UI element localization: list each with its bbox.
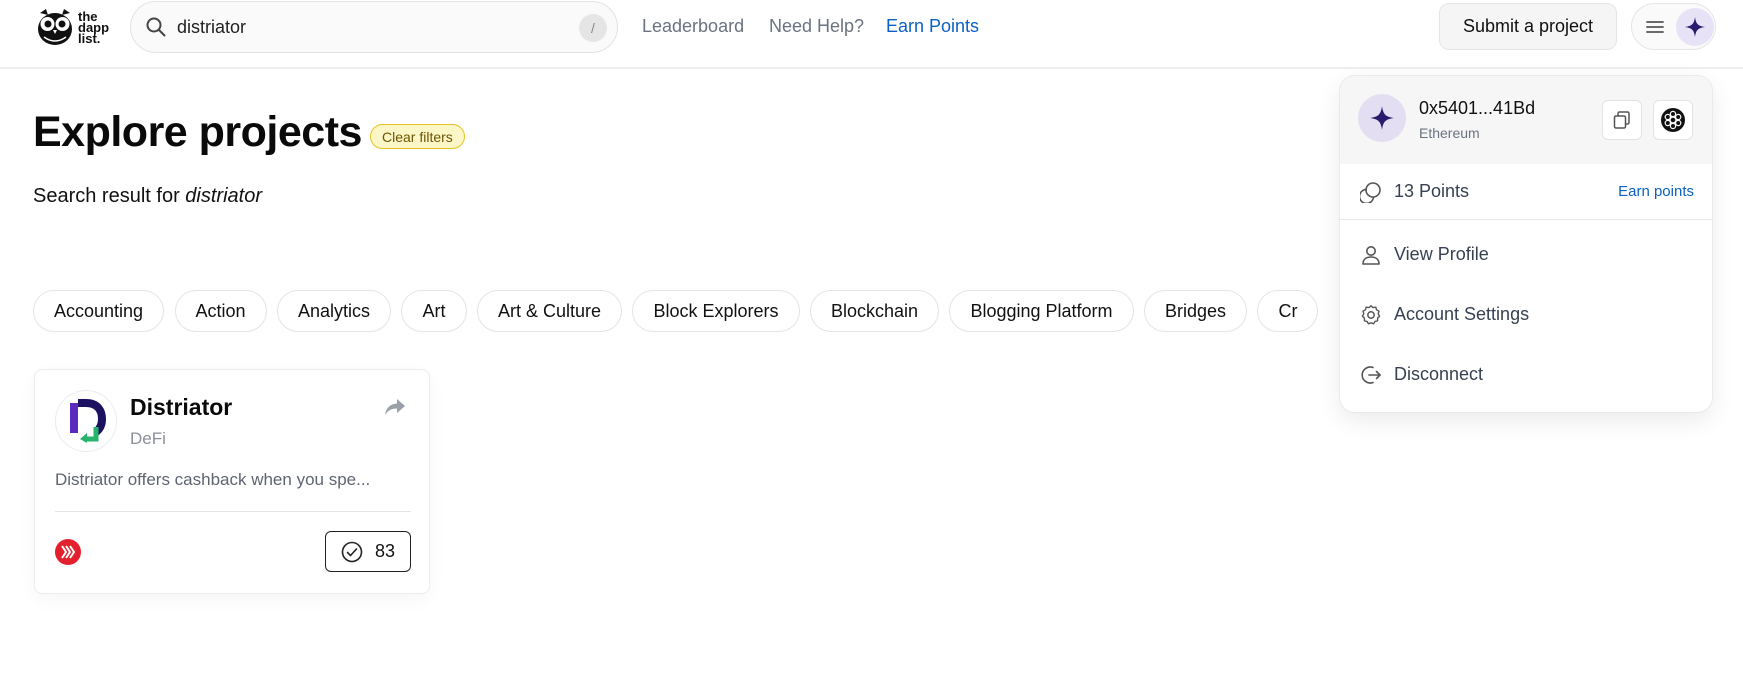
category-chip-accounting[interactable]: Accounting <box>33 290 165 332</box>
category-chip-bridges[interactable]: Bridges <box>1143 290 1248 332</box>
sparkle-avatar-icon <box>1370 106 1394 130</box>
wallet-address: 0x5401...41Bd <box>1419 98 1536 118</box>
account-menu-button[interactable] <box>1631 3 1716 50</box>
search-result-prefix: Search result for <box>33 185 180 207</box>
logo-wordmark: the dapp list. <box>78 10 109 45</box>
copy-icon <box>1613 111 1630 129</box>
hive-chain-icon <box>55 539 81 565</box>
disconnect-menu-item[interactable]: Disconnect <box>1340 350 1712 400</box>
search-result-text: Search result for distriator <box>33 185 262 208</box>
user-icon <box>1362 246 1380 265</box>
project-category: DeFi <box>130 429 166 448</box>
account-header: 0x5401...41Bd Ethereum <box>1340 76 1712 164</box>
account-settings-menu-item[interactable]: Account Settings <box>1340 290 1712 340</box>
category-chip-analytics[interactable]: Analytics <box>277 290 392 332</box>
points-row: 13 Points Earn points <box>1340 164 1712 220</box>
user-avatar <box>1676 8 1714 46</box>
sparkle-avatar-icon <box>1685 17 1705 37</box>
nav-leaderboard-link[interactable]: Leaderboard <box>642 16 744 37</box>
wallet-settings-button[interactable] <box>1653 100 1693 140</box>
distriator-logo-icon <box>70 399 106 443</box>
category-chip-block-explorers[interactable]: Block Explorers <box>632 290 800 332</box>
category-chip-action[interactable]: Action <box>174 290 267 332</box>
nav-earn-points-link[interactable]: Earn Points <box>886 16 979 37</box>
wallet-network: Ethereum <box>1419 125 1480 141</box>
points-balance: 13 Points <box>1394 181 1470 201</box>
check-circle-icon <box>341 541 363 562</box>
upvote-button[interactable]: 83 <box>325 531 411 572</box>
category-chip-art[interactable]: Art <box>401 290 467 332</box>
gear-icon <box>1361 305 1381 325</box>
account-dropdown: 0x5401...41Bd Ethereum 13 Points Earn po… <box>1339 75 1713 413</box>
vote-count: 83 <box>374 541 396 561</box>
top-header: the dapp list. / Leaderboard Need Help? … <box>0 0 1743 69</box>
project-description: Distriator offers cashback when you spe.… <box>55 470 371 489</box>
submit-project-button[interactable]: Submit a project <box>1439 3 1617 50</box>
account-avatar <box>1358 94 1406 142</box>
points-coins-icon <box>1360 182 1381 203</box>
page-title: Explore projects <box>33 108 362 156</box>
disconnect-label: Disconnect <box>1394 364 1484 384</box>
network-badge-icon <box>1661 108 1685 132</box>
category-chip-cr[interactable]: Cr <box>1257 290 1319 332</box>
category-chip-blockchain[interactable]: Blockchain <box>809 290 939 332</box>
copy-address-button[interactable] <box>1602 100 1642 140</box>
category-chip-art-culture[interactable]: Art & Culture <box>476 290 622 332</box>
project-name[interactable]: Distriator <box>130 394 232 421</box>
category-chip-row: Accounting Action Analytics Art Art & Cu… <box>33 290 1353 332</box>
dapp-list-logo[interactable]: the dapp list. <box>36 6 116 48</box>
project-logo <box>55 390 117 452</box>
logout-icon <box>1361 366 1381 384</box>
project-card[interactable]: Distriator DeFi Distriator offers cashba… <box>34 369 430 594</box>
clear-filters-button[interactable]: Clear filters <box>370 124 465 149</box>
category-chip-blogging-platform[interactable]: Blogging Platform <box>949 290 1134 332</box>
hamburger-menu-icon <box>1646 21 1664 33</box>
search-icon <box>146 17 166 37</box>
view-profile-menu-item[interactable]: View Profile <box>1340 230 1712 280</box>
search-shortcut-key: / <box>579 14 607 42</box>
account-settings-label: Account Settings <box>1394 304 1530 324</box>
owl-logo-icon <box>38 9 72 45</box>
search-input[interactable] <box>177 16 567 38</box>
search-result-term: distriator <box>185 185 262 207</box>
nav-need-help-link[interactable]: Need Help? <box>769 16 864 37</box>
search-bar[interactable]: / <box>130 1 618 53</box>
card-divider <box>55 511 411 512</box>
view-profile-label: View Profile <box>1394 244 1489 264</box>
share-icon[interactable] <box>384 396 406 416</box>
earn-points-link[interactable]: Earn points <box>1618 183 1694 200</box>
